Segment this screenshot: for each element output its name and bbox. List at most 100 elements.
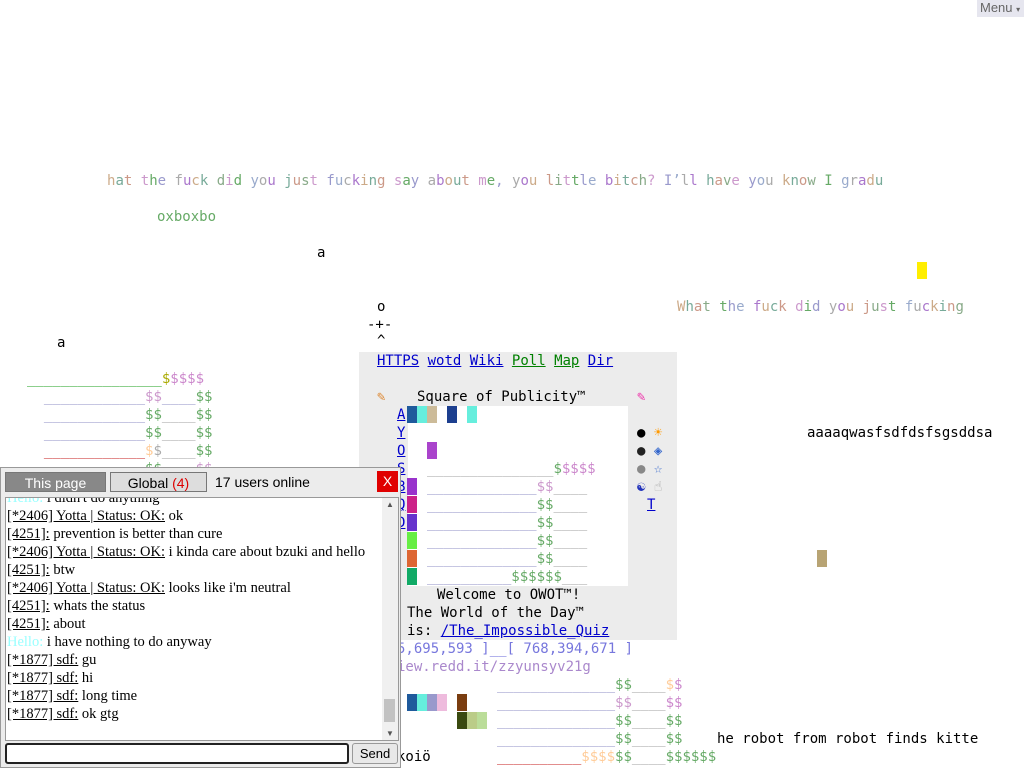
ascii-art-bottom: ______________$$____$$ ______________$$_…	[497, 677, 717, 765]
nav-link-wotd[interactable]: wotd	[428, 353, 462, 369]
welcome-text: Welcome to OWOT™!	[437, 587, 581, 603]
chat-message: [*1877] sdf: ok gtg	[7, 705, 382, 723]
swatch	[407, 514, 417, 531]
chat-message-author[interactable]: [*2406] Yotta | Status: OK:	[7, 580, 165, 596]
world-text-oxbo: oxboxbo	[157, 209, 217, 225]
chat-message: [*1877] sdf: long time	[7, 687, 382, 705]
chat-message-text: btw	[49, 562, 76, 578]
chat-message-author[interactable]: Hello:	[7, 634, 43, 650]
tab-this-page[interactable]: This page	[5, 472, 106, 492]
chat-message-text: i have nothing to do anyway	[43, 634, 212, 650]
chat-message-author[interactable]: [4251]:	[7, 562, 50, 578]
world-text-right: What the fuck did you just fucking	[677, 299, 964, 315]
world-text-aaaa: aaaaqwasfsdfdsfsgsddsa	[807, 425, 993, 441]
ascii-art-square: _______________$$$$$ _____________$$____…	[427, 461, 596, 585]
chat-message-text: i didn't do anything	[43, 497, 160, 506]
send-button[interactable]: Send	[352, 743, 398, 764]
chat-message-text: looks like i'm neutral	[165, 580, 291, 596]
swatch	[427, 694, 437, 711]
square-title: Square of Publicity™	[417, 389, 586, 405]
swatch	[437, 694, 447, 711]
chat-message: [*2406] Yotta | Status: OK: looks like i…	[7, 579, 382, 597]
chat-message-author[interactable]: [4251]:	[7, 598, 50, 614]
chat-log[interactable]: Hello: i didn't do anything [*2406] Yotta…	[5, 497, 399, 741]
close-chat-button[interactable]: X	[377, 471, 398, 492]
chat-message: [*2406] Yotta | Status: OK: ok	[7, 507, 382, 525]
coordinates-text: 5,695,593 ]__[ 768,394,671 ]	[397, 641, 634, 657]
users-online: 17 users online	[215, 474, 310, 490]
chat-message-text: ok	[165, 508, 184, 524]
swatch	[417, 406, 427, 423]
chat-message-author[interactable]: [4251]:	[7, 616, 50, 632]
chat-message-author[interactable]: [*2406] Yotta | Status: OK:	[7, 544, 165, 560]
pencil-icon[interactable]: ✎	[377, 388, 385, 406]
world-text-line: hat the fuck did you just fucking say ab…	[107, 173, 884, 189]
wotd-prefix: is:	[407, 623, 441, 639]
side-link[interactable]: Y	[397, 424, 405, 442]
chat-input[interactable]	[5, 743, 349, 764]
swatch	[407, 496, 417, 513]
nav-links: HTTPS wotd Wiki Poll Map Dir	[377, 352, 613, 370]
nav-link-https[interactable]: HTTPS	[377, 353, 419, 369]
scroll-up-icon[interactable]: ▲	[386, 500, 394, 509]
chat-window: This page Global (4) 17 users online X H…	[0, 467, 401, 768]
chat-message: [*1877] sdf: gu	[7, 651, 382, 669]
yellow-cell	[917, 262, 927, 279]
chat-scrollbar[interactable]: ▲ ▼	[382, 498, 398, 740]
menu-label: Menu	[980, 0, 1013, 15]
cursor-caret: ^	[377, 333, 386, 349]
swatch	[427, 406, 437, 423]
chat-message: Hello: i have nothing to do anyway	[7, 633, 382, 651]
chat-message-author[interactable]: [*1877] sdf:	[7, 652, 78, 668]
swatch	[457, 712, 467, 729]
chat-message: [*1877] sdf: hi	[7, 669, 382, 687]
tab-global[interactable]: Global (4)	[110, 472, 207, 492]
chat-message-author[interactable]: [*2406] Yotta | Status: OK:	[7, 508, 165, 524]
chat-message: Hello: i didn't do anything	[7, 497, 382, 507]
chat-message-author[interactable]: [*1877] sdf:	[7, 706, 78, 722]
swatch	[407, 406, 417, 423]
side-link[interactable]: O	[397, 442, 405, 460]
side-link[interactable]: A	[397, 406, 405, 424]
chat-message: [4251]: about	[7, 615, 382, 633]
chat-message-author[interactable]: [4251]:	[7, 526, 50, 542]
chat-message: [4251]: whats the status	[7, 597, 382, 615]
redd-text: iew.redd.it/zzyunsyv21g	[397, 659, 591, 675]
tab-global-label: Global	[127, 475, 169, 491]
chat-message-text: prevention is better than cure	[49, 526, 223, 542]
nav-link-dir[interactable]: Dir	[588, 353, 613, 369]
chat-message-author[interactable]: [*1877] sdf:	[7, 670, 78, 686]
nav-link-poll[interactable]: Poll	[512, 353, 546, 369]
swatch	[447, 406, 457, 423]
tan-cell	[817, 550, 827, 567]
t-link[interactable]: T	[647, 496, 655, 514]
chat-message: [4251]: btw	[7, 561, 382, 579]
wotd-line: is: /The_Impossible_Quiz	[407, 622, 609, 640]
swatch	[457, 694, 467, 711]
swatch	[407, 550, 417, 567]
swatch	[467, 406, 477, 423]
chat-message-author[interactable]: Hello:	[7, 498, 43, 506]
scroll-down-icon[interactable]: ▼	[386, 729, 394, 738]
ascii-art-left: ________________$$$$$ ____________$$____…	[27, 371, 213, 477]
chat-message: [4251]: prevention is better than cure	[7, 525, 382, 543]
chat-tabs: This page Global (4) 17 users online X	[1, 468, 400, 496]
highlighter-icon[interactable]: ✎	[637, 388, 645, 406]
chat-message-author[interactable]: [*1877] sdf:	[7, 688, 78, 704]
swatch	[417, 694, 427, 711]
chat-message-text: whats the status	[49, 598, 146, 614]
menu-button[interactable]: Menu ▾	[977, 0, 1024, 17]
global-count-badge: (4)	[172, 475, 190, 491]
wotd-link[interactable]: /The_Impossible_Quiz	[441, 623, 610, 639]
chat-messages: Hello: i didn't do anything [*2406] Yotta…	[7, 497, 382, 723]
chat-message: [*2406] Yotta | Status: OK: i kinda care…	[7, 543, 382, 561]
nav-link-wiki[interactable]: Wiki	[470, 353, 504, 369]
scroll-thumb[interactable]	[384, 699, 395, 722]
chat-message-text: gu	[78, 652, 97, 668]
wotd-text: The World of the Day™	[407, 605, 585, 621]
nav-link-map[interactable]: Map	[554, 353, 579, 369]
swatch	[427, 442, 437, 459]
chat-message-text: long time	[78, 688, 138, 704]
swatch	[477, 712, 487, 729]
swatch	[407, 532, 417, 549]
